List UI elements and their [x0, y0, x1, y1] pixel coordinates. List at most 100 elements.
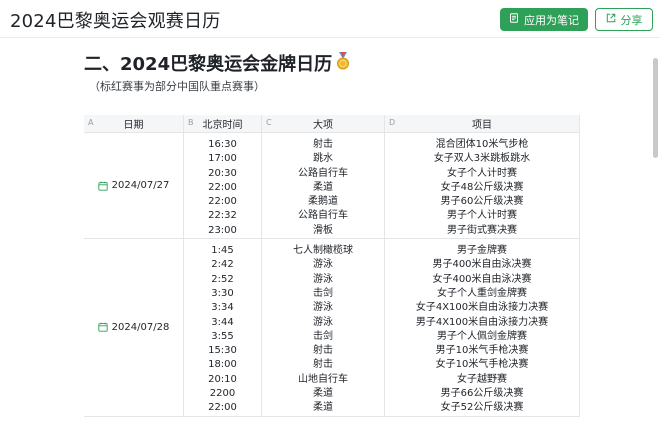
column-letter: D	[389, 118, 396, 127]
table-row[interactable]: 23:00 滑板 男子街式赛决赛	[184, 223, 580, 239]
category-cell[interactable]: 柔道	[262, 401, 385, 416]
time-cell[interactable]: 1:45	[184, 244, 262, 259]
table-row[interactable]: 20:30 公路自行车 女子个人计时赛	[184, 166, 580, 181]
category-cell[interactable]: 射击	[262, 138, 385, 153]
section-heading: 二、2024巴黎奥运会金牌日历	[84, 50, 351, 76]
subtitle-note: （标红赛事为部分中国队重点赛事）	[89, 80, 265, 93]
column-header-date[interactable]: A 日期	[84, 115, 184, 132]
table-row[interactable]: 3:34 游泳 女子4X100米自由泳接力决赛	[184, 301, 580, 316]
table-row[interactable]: 1:45 七人制橄榄球 男子金牌赛	[184, 244, 580, 259]
apply-as-note-button[interactable]: 应用为笔记	[500, 8, 588, 31]
table-row[interactable]: 2:42 游泳 男子400米自由泳决赛	[184, 258, 580, 273]
table-row[interactable]: 18:00 射击 女子10米气手枪决赛	[184, 358, 580, 373]
section-heading-text: 二、2024巴黎奥运会金牌日历	[84, 54, 333, 75]
category-cell[interactable]: 游泳	[262, 301, 385, 316]
event-cell[interactable]: 男子4X100米自由泳接力决赛	[385, 315, 580, 330]
category-cell[interactable]: 射击	[262, 358, 385, 373]
calendar-icon	[98, 322, 108, 333]
event-cell[interactable]: 男子400米自由泳决赛	[385, 258, 580, 273]
table-row[interactable]: 20:10 山地自行车 女子越野赛	[184, 372, 580, 388]
time-cell[interactable]: 23:00	[184, 223, 262, 239]
event-cell[interactable]: 男子60公斤级决赛	[385, 195, 580, 210]
table-row[interactable]: 3:30 击剑 女子个人重剑金牌赛	[184, 286, 580, 302]
column-header-label: 大项	[313, 120, 333, 131]
category-cell[interactable]: 山地自行车	[262, 372, 385, 388]
time-cell[interactable]: 3:44	[184, 315, 262, 330]
time-cell[interactable]: 20:10	[184, 372, 262, 388]
event-cell[interactable]: 男子10米气手枪决赛	[385, 344, 580, 359]
category-cell[interactable]: 游泳	[262, 315, 385, 330]
category-cell[interactable]: 跳水	[262, 152, 385, 167]
category-cell[interactable]: 公路自行车	[262, 209, 385, 224]
event-cell[interactable]: 男子个人计时赛	[385, 209, 580, 224]
category-cell[interactable]: 射击	[262, 344, 385, 359]
time-cell[interactable]: 2:42	[184, 258, 262, 273]
event-cell[interactable]: 女子4X100米自由泳接力决赛	[385, 301, 580, 316]
event-cell[interactable]: 男子个人佩剑金牌赛	[385, 329, 580, 345]
time-cell[interactable]: 18:00	[184, 358, 262, 373]
category-cell[interactable]: 击剑	[262, 329, 385, 345]
share-button[interactable]: 分享	[595, 8, 653, 31]
time-cell[interactable]: 15:30	[184, 344, 262, 359]
table-row[interactable]: 15:30 射击 男子10米气手枪决赛	[184, 344, 580, 359]
share-label: 分享	[620, 13, 643, 27]
column-header-row: A 日期 B 北京时间 C 大项 D 项目	[84, 115, 580, 133]
event-cell[interactable]: 女子48公斤级决赛	[385, 180, 580, 196]
category-cell[interactable]: 公路自行车	[262, 166, 385, 181]
table-row[interactable]: 3:44 游泳 男子4X100米自由泳接力决赛	[184, 315, 580, 330]
time-cell[interactable]: 22:32	[184, 209, 262, 224]
event-cell[interactable]: 女子10米气手枪决赛	[385, 358, 580, 373]
column-letter: C	[266, 118, 272, 127]
column-header-label: 北京时间	[202, 120, 243, 131]
event-cell[interactable]: 混合团体10米气步枪	[385, 138, 580, 153]
time-cell[interactable]: 3:30	[184, 286, 262, 302]
table-row[interactable]: 22:00 柔鹅道 男子60公斤级决赛	[184, 195, 580, 210]
time-cell[interactable]: 3:55	[184, 329, 262, 345]
time-cell[interactable]: 22:00	[184, 401, 262, 416]
event-cell[interactable]: 女子52公斤级决赛	[385, 401, 580, 416]
category-cell[interactable]: 击剑	[262, 286, 385, 302]
category-cell[interactable]: 滑板	[262, 223, 385, 239]
column-header-category[interactable]: C 大项	[262, 115, 385, 132]
category-cell[interactable]: 游泳	[262, 258, 385, 273]
table-row[interactable]: 3:55 击剑 男子个人佩剑金牌赛	[184, 329, 580, 345]
date-cell[interactable]: 2024/07/27	[84, 133, 184, 239]
event-cell[interactable]: 女子个人重剑金牌赛	[385, 286, 580, 302]
vertical-scrollbar[interactable]	[653, 58, 658, 158]
column-letter: B	[188, 118, 194, 127]
apply-as-note-label: 应用为笔记	[524, 13, 579, 27]
time-cell[interactable]: 2200	[184, 387, 262, 402]
event-cell[interactable]: 女子越野赛	[385, 372, 580, 388]
table-row[interactable]: 2:52 游泳 女子400米自由泳决赛	[184, 272, 580, 287]
category-cell[interactable]: 七人制橄榄球	[262, 244, 385, 259]
time-cell[interactable]: 3:34	[184, 301, 262, 316]
time-cell[interactable]: 22:00	[184, 195, 262, 210]
category-cell[interactable]: 柔道	[262, 387, 385, 402]
date-text: 2024/07/27	[111, 180, 170, 192]
table-row[interactable]: 16:30 射击 混合团体10米气步枪	[184, 138, 580, 153]
time-cell[interactable]: 16:30	[184, 138, 262, 153]
time-cell[interactable]: 22:00	[184, 180, 262, 196]
table-row[interactable]: 22:00 柔道 女子48公斤级决赛	[184, 180, 580, 196]
event-cell[interactable]: 男子66公斤级决赛	[385, 387, 580, 402]
date-cell[interactable]: 2024/07/28	[84, 239, 184, 416]
event-cell[interactable]: 女子个人计时赛	[385, 166, 580, 181]
column-header-event[interactable]: D 项目	[385, 115, 580, 132]
table-row[interactable]: 2200 柔道 男子66公斤级决赛	[184, 387, 580, 402]
event-cell[interactable]: 女子双人3米跳板跳水	[385, 152, 580, 167]
note-icon	[509, 13, 519, 26]
category-cell[interactable]: 柔鹅道	[262, 195, 385, 210]
event-cell[interactable]: 男子金牌赛	[385, 244, 580, 259]
category-cell[interactable]: 柔道	[262, 180, 385, 196]
column-header-time[interactable]: B 北京时间	[184, 115, 262, 132]
table-row[interactable]: 17:00 跳水 女子双人3米跳板跳水	[184, 152, 580, 167]
date-group: 2024/07/28 1:45 七人制橄榄球 男子金牌赛 2:42 游泳 男子400米自由泳…	[84, 239, 580, 417]
event-cell[interactable]: 男子街式赛决赛	[385, 223, 580, 239]
time-cell[interactable]: 20:30	[184, 166, 262, 181]
event-cell[interactable]: 女子400米自由泳决赛	[385, 272, 580, 287]
time-cell[interactable]: 17:00	[184, 152, 262, 167]
time-cell[interactable]: 2:52	[184, 272, 262, 287]
table-row[interactable]: 22:00 柔道 女子52公斤级决赛	[184, 401, 580, 416]
category-cell[interactable]: 游泳	[262, 272, 385, 287]
table-row[interactable]: 22:32 公路自行车 男子个人计时赛	[184, 209, 580, 224]
